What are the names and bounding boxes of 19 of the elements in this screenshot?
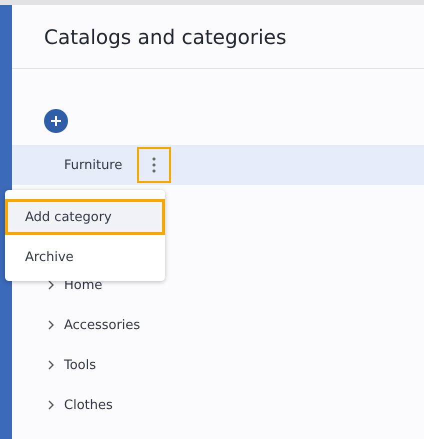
tree-item-label: Accessories xyxy=(64,318,140,332)
tree-item[interactable]: Clothes xyxy=(12,385,424,425)
add-button[interactable] xyxy=(44,109,68,133)
tree-item-label: Tools xyxy=(64,358,96,372)
chevron-icon[interactable] xyxy=(47,320,55,330)
kebab-icon xyxy=(152,157,156,173)
tree-item[interactable]: Accessories xyxy=(12,305,424,345)
tree-item-label: Furniture xyxy=(64,158,122,172)
tree-item-label: Clothes xyxy=(64,398,113,412)
plus-icon xyxy=(51,116,61,126)
chevron-icon[interactable] xyxy=(47,360,55,370)
menu-item[interactable]: Archive xyxy=(5,239,165,275)
page-title: Catalogs and categories xyxy=(44,24,286,48)
chevron-icon[interactable] xyxy=(47,280,55,290)
tree-item[interactable]: Tools xyxy=(12,345,424,385)
tree-item-label: Home xyxy=(64,278,102,292)
tree-item[interactable]: Furniture xyxy=(12,145,424,185)
chevron-icon[interactable] xyxy=(47,400,55,410)
menu-item[interactable]: Add category xyxy=(5,199,165,235)
